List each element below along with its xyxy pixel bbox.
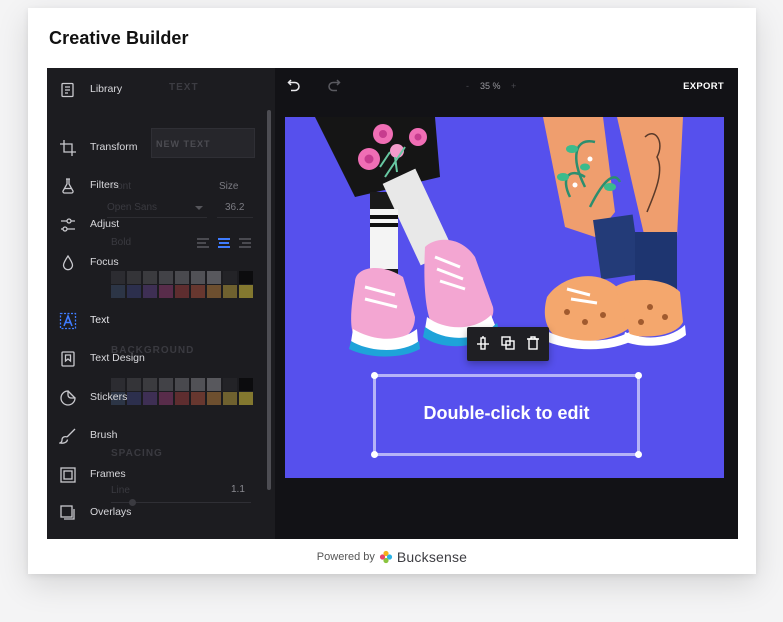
resize-handle[interactable] [635,451,642,458]
color-swatch[interactable] [223,392,237,405]
powered-by-text: Powered by [316,551,375,563]
undo-icon[interactable] [287,78,301,92]
sidebar-item-text-design[interactable]: Text Design [47,341,207,377]
bucksense-logo-icon [379,550,392,564]
footer: Powered by Bucksense [28,549,756,565]
sidebar-item-label: Text [90,314,110,326]
sidebar-item-frames[interactable]: Frames [47,457,207,493]
editor-app: TEXT NEW TEXT Font Size Open Sans 36.2 B… [47,68,738,539]
crop-icon [59,139,77,157]
sidebar-item-label: Text Design [90,352,145,364]
sidebar-item-brush[interactable]: Brush [47,418,207,454]
sidebar-item-text[interactable]: Text [47,303,207,339]
sidebar-item-filters[interactable]: Filters [47,168,207,204]
sidebar-item-adjust[interactable]: Adjust [47,207,207,243]
sticker-icon [59,389,77,407]
sidebar-item-stickers[interactable]: Stickers [47,380,207,416]
sidebar-item-label: Brush [90,429,118,441]
trash-icon[interactable] [525,335,541,351]
line-value: 1.1 [231,484,245,495]
color-swatch[interactable] [239,392,253,405]
duplicate-icon[interactable] [500,335,516,351]
zoom-in-button[interactable]: + [511,81,516,91]
redo-icon[interactable] [327,78,341,92]
sidebar-item-library[interactable]: Library [47,72,207,108]
resize-handle[interactable] [371,372,378,379]
sidebar-scrollbar[interactable] [267,110,271,490]
text-element[interactable]: Double-click to edit [371,372,642,458]
drop-icon [59,254,77,272]
frame-icon [59,466,77,484]
flask-icon [59,177,77,195]
resize-handle[interactable] [635,372,642,379]
library-icon [59,81,77,99]
sidebar-item-label: Focus [90,256,119,268]
sidebar-item-label: Overlays [90,506,132,518]
zoom-level: 35 % [480,81,501,91]
color-swatch[interactable] [239,271,253,284]
size-value: 36.2 [225,202,245,213]
size-label: Size [219,181,239,192]
element-context-toolbar [467,327,549,361]
sidebar-item-transform[interactable]: Transform [47,130,207,166]
page-title: Creative Builder [49,28,189,48]
design-canvas[interactable]: Double-click to edit [285,117,724,478]
color-swatch[interactable] [239,285,253,298]
sliders-icon [59,216,77,234]
color-swatch[interactable] [207,271,221,284]
sidebar-item-label: Adjust [90,218,120,230]
sidebar-item-overlays[interactable]: Overlays [47,495,207,531]
sidebar: TEXT NEW TEXT Font Size Open Sans 36.2 B… [47,68,275,539]
text-element-content: Double-click to edit [423,403,590,423]
sidebar-item-label: Filters [90,179,119,191]
color-swatch[interactable] [223,378,237,391]
export-button[interactable]: EXPORT [683,81,724,92]
color-swatch[interactable] [239,378,253,391]
color-swatch[interactable] [111,285,125,298]
color-swatch[interactable] [127,285,141,298]
brush-icon [59,427,77,445]
color-swatch[interactable] [223,271,237,284]
sidebar-item-label: Transform [90,141,138,153]
color-swatch[interactable] [207,378,221,391]
text-icon [59,312,77,330]
size-input[interactable]: 36.2 [217,198,253,218]
resize-handle[interactable] [371,451,378,458]
brand-name: Bucksense [396,549,468,565]
sidebar-item-label: Frames [90,468,126,480]
sidebar-item-focus[interactable]: Focus [47,245,207,281]
color-swatch[interactable] [207,392,221,405]
overlay-icon [59,504,77,522]
zoom-out-button[interactable]: - [466,81,469,91]
editor-toolbar: - 35 % + EXPORT [275,68,738,106]
color-swatch[interactable] [207,285,221,298]
color-swatch[interactable] [223,285,237,298]
sidebar-item-label: Stickers [90,391,128,403]
sidebar-item-label: Library [90,83,123,95]
creative-builder-card: Creative Builder TEXT NEW TEXT Font Size… [28,8,756,574]
align-icon[interactable] [475,335,491,351]
color-swatch[interactable] [143,285,157,298]
color-swatch[interactable] [191,285,205,298]
color-swatch[interactable] [159,285,173,298]
color-swatch[interactable] [175,285,189,298]
bookmark-icon [59,350,77,368]
